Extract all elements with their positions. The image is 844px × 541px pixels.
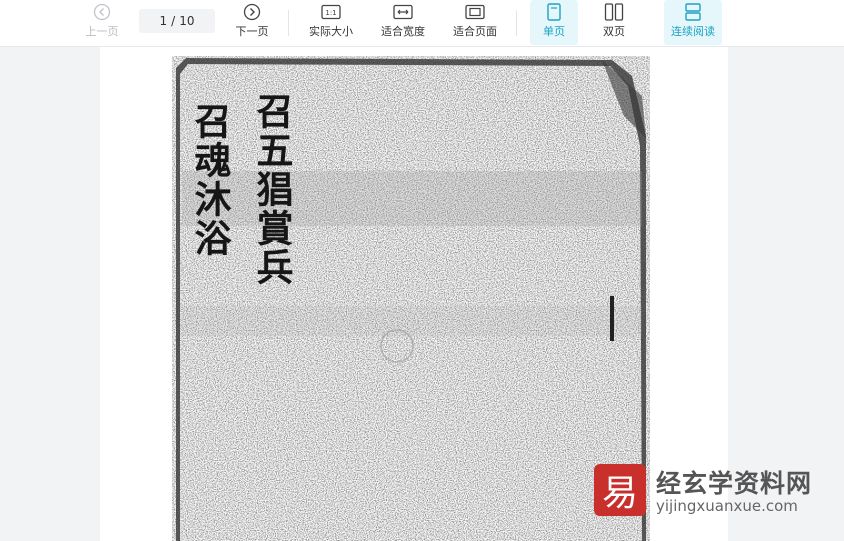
toolbar-divider (288, 10, 289, 36)
watermark-site-name: 经玄学资料网 (656, 469, 813, 498)
double-page-label: 双页 (603, 25, 625, 38)
viewer-toolbar: 上一页 1 / 10 下一页 1:1 实际大小 适合宽度 适合页面 单页 双页 … (0, 0, 844, 47)
handwritten-title-column-2: 召魂沐浴 (188, 102, 232, 258)
page-total: 10 (179, 14, 195, 28)
chevron-right-icon (243, 3, 261, 21)
scan-texture (172, 56, 650, 541)
actual-size-label: 实际大小 (309, 25, 353, 38)
site-watermark: 易 经玄学资料网 yijingxuanxue.com (594, 464, 824, 524)
prev-page-button[interactable]: 上一页 (80, 0, 124, 45)
fit-page-button[interactable]: 适合页面 (448, 0, 502, 45)
prev-page-label: 上一页 (85, 25, 119, 38)
next-page-button[interactable]: 下一页 (230, 0, 274, 45)
svg-text:1:1: 1:1 (325, 9, 336, 17)
single-page-button[interactable]: 单页 (530, 0, 578, 45)
continuous-reading-icon (684, 3, 702, 21)
continuous-reading-label: 连续阅读 (671, 25, 715, 38)
page-indicator[interactable]: 1 / 10 (139, 9, 215, 33)
actual-size-icon: 1:1 (321, 3, 341, 21)
next-page-label: 下一页 (235, 25, 269, 38)
scanned-page-image: 召五猖賞兵 召魂沐浴 (172, 56, 650, 541)
page-current[interactable]: 1 (160, 14, 168, 28)
continuous-reading-button[interactable]: 连续阅读 (664, 0, 722, 45)
single-page-label: 单页 (543, 25, 565, 38)
watermark-logo: 易 (594, 464, 646, 516)
chevron-left-icon (93, 3, 111, 21)
fit-width-button[interactable]: 适合宽度 (376, 0, 430, 45)
fit-width-icon (393, 3, 413, 21)
actual-size-button[interactable]: 1:1 实际大小 (304, 0, 358, 45)
handwritten-title-column-1: 召五猖賞兵 (250, 92, 294, 287)
single-page-icon (546, 3, 562, 21)
fit-width-label: 适合宽度 (381, 25, 425, 38)
toolbar-divider (516, 10, 517, 36)
page-separator: / (171, 14, 176, 28)
double-page-icon (604, 3, 624, 21)
double-page-button[interactable]: 双页 (590, 0, 638, 45)
fit-page-icon (465, 3, 485, 21)
watermark-site-url: yijingxuanxue.com (656, 497, 798, 515)
fit-page-label: 适合页面 (453, 25, 497, 38)
